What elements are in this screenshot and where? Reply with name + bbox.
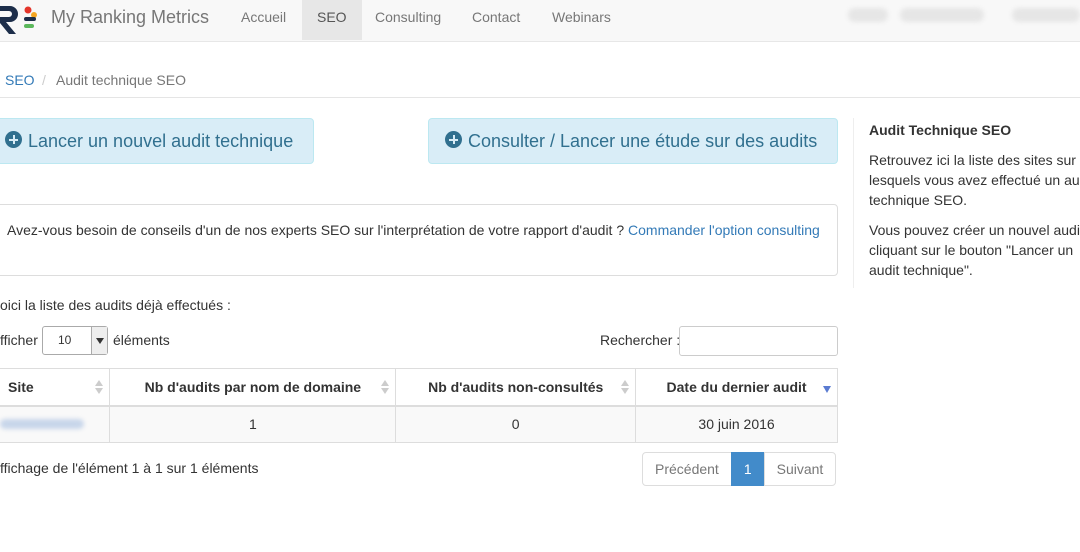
brand-name[interactable]: My Ranking Metrics [51, 0, 209, 34]
user-account-blurred[interactable] [900, 8, 984, 22]
pagination-previous[interactable]: Précédent [642, 452, 732, 486]
column-header-site[interactable]: Site [0, 368, 111, 407]
cell-nb-non-consultes: 0 [395, 405, 637, 443]
consulting-panel: Avez-vous besoin de conseils d'un de nos… [0, 204, 838, 276]
cell-date: 30 juin 2016 [635, 405, 838, 443]
column-header-date[interactable]: Date du dernier audit [635, 368, 838, 407]
column-header-nb-non-consultes[interactable]: Nb d'audits non-consultés [395, 368, 637, 407]
search-label: Rechercher : [600, 332, 681, 348]
study-audits-button-label: Consulter / Lancer une étude sur des aud… [468, 131, 818, 151]
search-input[interactable] [679, 326, 838, 356]
sort-icon [621, 380, 630, 396]
sort-icon [381, 380, 390, 396]
pagination-page-1[interactable]: 1 [730, 452, 765, 486]
sort-icon [95, 380, 104, 396]
length-suffix: éléments [113, 332, 170, 348]
nav-item-webinars[interactable]: Webinars [537, 0, 626, 40]
breadcrumb-separator: / [42, 72, 46, 88]
audit-list-intro: oici la liste des audits déjà effectués … [0, 297, 231, 313]
site-url-blurred[interactable] [0, 419, 84, 430]
sidebar-title: Audit Technique SEO [869, 122, 1012, 138]
breadcrumb-current: Audit technique SEO [56, 72, 186, 88]
top-navbar: My Ranking Metrics Accueil SEO Consultin… [0, 0, 1080, 42]
pagination-next[interactable]: Suivant [763, 452, 837, 486]
page-length-select[interactable]: 10 [42, 326, 108, 355]
sidebar-paragraph-1: Retrouvez ici la liste des sites sur les… [869, 152, 1080, 208]
chevron-down-icon[interactable] [91, 327, 107, 354]
plus-circle-icon [5, 131, 22, 148]
new-audit-button[interactable]: Lancer un nouvel audit technique [0, 118, 314, 164]
audits-table: Site Nb d'audits par nom de domaine Nb d… [0, 368, 838, 443]
cell-nb-audits: 1 [109, 405, 397, 443]
my-ranking-metrics-logo-icon[interactable] [0, 2, 40, 36]
new-audit-button-label: Lancer un nouvel audit technique [28, 131, 294, 151]
breadcrumb: SEO / Audit technique SEO [0, 70, 1080, 98]
nav-item-seo[interactable]: SEO [302, 0, 362, 40]
column-header-nb-audits[interactable]: Nb d'audits par nom de domaine [109, 368, 397, 407]
table-info: ffichage de l'élément 1 à 1 sur 1 élémen… [0, 460, 259, 476]
sidebar-paragraph-2: Vous pouvez créer un nouvel audi cliquan… [869, 222, 1080, 278]
logout-blurred[interactable] [1012, 8, 1080, 22]
page-length-value: 10 [58, 333, 72, 347]
length-label: fficher [0, 332, 38, 348]
nav-item-consulting[interactable]: Consulting [360, 0, 456, 40]
consulting-order-link[interactable]: Commander l'option consulting [628, 222, 820, 238]
sort-desc-icon [823, 386, 831, 393]
plus-circle-icon [445, 131, 462, 148]
table-row[interactable]: 1 0 30 juin 2016 [0, 405, 838, 443]
cell-site[interactable] [0, 405, 111, 443]
pagination: Précédent 1 Suivant [642, 452, 837, 486]
user-menu-blurred[interactable] [848, 8, 888, 22]
nav-item-contact[interactable]: Contact [457, 0, 535, 40]
nav-item-accueil[interactable]: Accueil [226, 0, 301, 40]
help-sidebar: Audit Technique SEO Retrouvez ici la lis… [853, 118, 1080, 288]
breadcrumb-seo-link[interactable]: SEO [5, 72, 35, 88]
consulting-text: Avez-vous besoin de conseils d'un de nos… [7, 222, 629, 238]
study-audits-button[interactable]: Consulter / Lancer une étude sur des aud… [428, 118, 838, 164]
